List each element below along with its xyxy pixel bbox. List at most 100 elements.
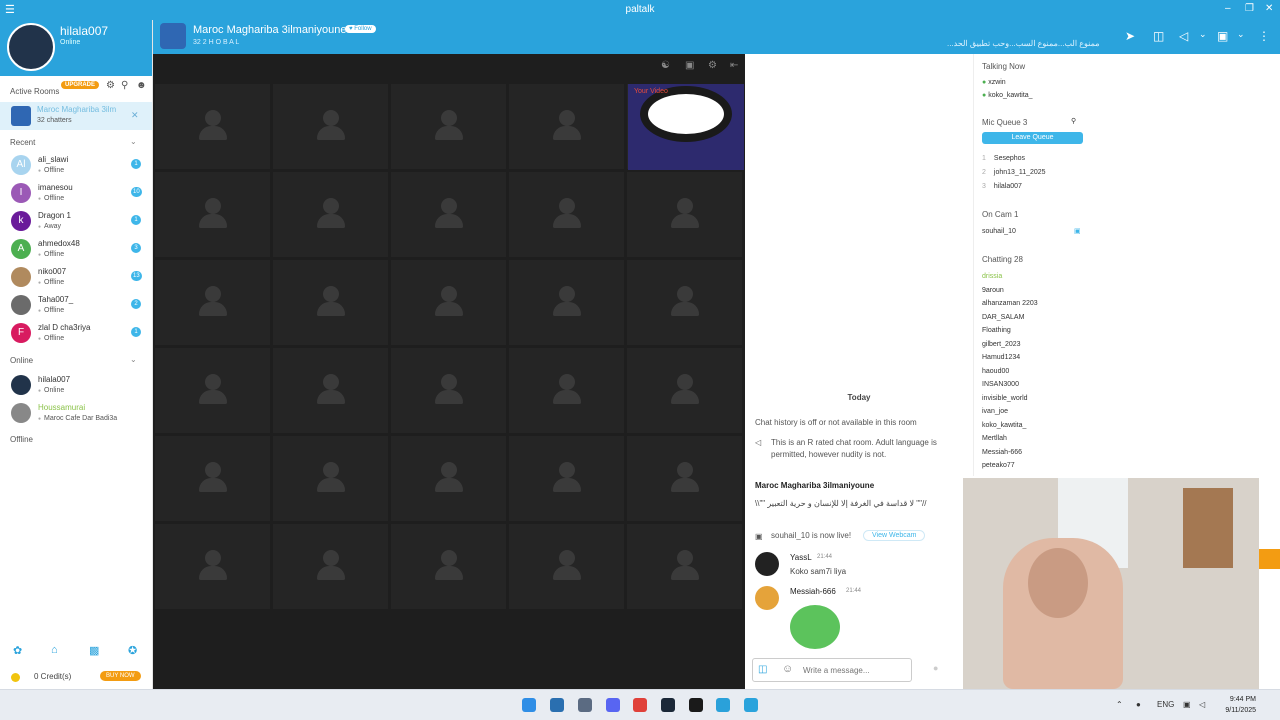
gear-icon[interactable]: ⚙ [708, 60, 717, 71]
camera-icon[interactable]: ▣ [1217, 29, 1228, 43]
chevron-down-icon[interactable]: ⌄ [1199, 29, 1207, 40]
gift-icon[interactable]: ◫ [758, 664, 767, 675]
terminal-icon[interactable] [689, 698, 703, 712]
badge-icon[interactable]: ✪ [128, 644, 137, 657]
talking-user[interactable]: ● koko_kawtita_ [982, 92, 1033, 99]
chatting-user[interactable]: 9aroun [982, 287, 1004, 294]
list-item[interactable]: hilala007 Online [0, 372, 152, 400]
buy-now-button[interactable]: BUY NOW [100, 671, 141, 681]
chatting-user[interactable]: gilbert_2023 [982, 341, 1021, 348]
queue-user-name: hilala007 [993, 183, 1022, 190]
side-tab[interactable] [1259, 549, 1280, 569]
network-icon[interactable]: ▣ [1183, 700, 1191, 709]
list-item[interactable]: niko007 Offline 13 [0, 264, 152, 292]
more-icon[interactable]: ⋮ [1258, 29, 1270, 43]
talking-user[interactable]: ● xzwin [982, 79, 1006, 86]
home-icon[interactable]: ⌂ [51, 644, 58, 656]
search-icon[interactable]: ⚲ [1071, 117, 1076, 125]
chatting-count: 28 [1014, 255, 1023, 264]
mic-icon[interactable]: ● [1136, 700, 1141, 709]
tray-chevron-icon[interactable]: ⌃ [1116, 700, 1123, 709]
chatting-user[interactable]: invisible_world [982, 395, 1028, 402]
calculator-icon[interactable] [578, 698, 592, 712]
share-icon[interactable]: ➤ [1125, 29, 1135, 43]
volume-icon[interactable]: ◁ [1199, 700, 1205, 709]
video-icon[interactable]: ▣ [685, 60, 694, 71]
add-user-icon[interactable]: ☻ [136, 80, 147, 91]
start-icon[interactable] [522, 698, 536, 712]
paltalk-icon[interactable] [744, 698, 758, 712]
chatting-user[interactable]: alhanzaman 2203 [982, 300, 1038, 307]
emoji-icon[interactable]: ☺ [782, 663, 793, 675]
avatar [11, 403, 31, 423]
list-item[interactable]: Aahmedox48 Offline 3 [0, 236, 152, 264]
clock[interactable]: 9:44 PM 9/11/2025 [1218, 694, 1256, 716]
list-item[interactable]: Houssamurai Maroc Cafe Dar Badi3a [0, 400, 152, 428]
chatting-user[interactable]: peteako77 [982, 462, 1015, 469]
list-item[interactable]: Fzlal D cha3riya Offline 1 [0, 320, 152, 348]
chatting-user[interactable]: DAR_SALAM [982, 314, 1024, 321]
steam-icon[interactable] [661, 698, 675, 712]
message-username[interactable]: YassL [790, 553, 812, 562]
view-webcam-button[interactable]: View Webcam [863, 530, 926, 541]
chevron-down-icon[interactable]: ⌄ [130, 355, 137, 364]
list-item[interactable]: k Dragon 1 Away 1 [0, 208, 152, 236]
chrome-icon[interactable] [633, 698, 647, 712]
avatar[interactable] [7, 23, 55, 71]
on-cam-user[interactable]: souhail_10 [982, 228, 1016, 235]
my-video-tile[interactable]: Your Video [628, 84, 744, 170]
app-brand: paltalk [625, 4, 655, 15]
mic-icon[interactable]: ● [933, 663, 938, 673]
chatting-user[interactable]: ivan_joe [982, 408, 1008, 415]
list-item[interactable]: Al ali_slawi Offline 1 [0, 152, 152, 180]
search-icon[interactable]: ⚲ [121, 80, 128, 91]
chatting-user[interactable]: koko_kawtita_ [982, 422, 1026, 429]
room-welcome-message: \\"" لا قداسة في الغرفة إلا للإنسان و حر… [755, 499, 927, 508]
chatting-user[interactable]: drissia [982, 273, 1002, 280]
message-username[interactable]: Messiah-666 [790, 587, 836, 596]
discover-icon[interactable]: ✿ [13, 644, 22, 657]
discord-icon[interactable] [606, 698, 620, 712]
credits-text: 0 Credit(s) [34, 672, 72, 681]
edge-icon[interactable] [550, 698, 564, 712]
follow-button[interactable]: ♥ Follow [345, 25, 376, 33]
chatting-user[interactable]: haoud00 [982, 368, 1009, 375]
message-input[interactable] [803, 663, 908, 678]
avatar[interactable] [755, 552, 779, 576]
list-item[interactable]: Taha007_ Offline 2 [0, 292, 152, 320]
list-item[interactable]: Iimanesou Offline 10 [0, 180, 152, 208]
queue-item[interactable]: 1 Sesephos [982, 155, 1025, 162]
webcam-feed[interactable] [963, 478, 1259, 689]
language-indicator[interactable]: ENG [1157, 700, 1174, 709]
chatting-user[interactable]: INSAN3000 [982, 381, 1019, 388]
stats-icon[interactable]: ▩ [89, 644, 99, 657]
chatting-user[interactable]: Messiah-666 [982, 449, 1022, 456]
queue-item[interactable]: 3 hilala007 [982, 183, 1022, 190]
chevron-down-icon[interactable]: ⌄ [1237, 29, 1245, 40]
user-placeholder-icon [435, 478, 463, 492]
leave-queue-button[interactable]: Leave Queue [982, 132, 1083, 144]
upgrade-button[interactable]: UPGRADE [61, 81, 100, 89]
chatting-user[interactable]: Hamud1234 [982, 354, 1020, 361]
restore-icon[interactable]: ❐ [1245, 3, 1254, 14]
gift-icon[interactable]: ◫ [1153, 29, 1164, 43]
chevron-down-icon[interactable]: ⌄ [130, 137, 137, 146]
telegram-icon[interactable] [716, 698, 730, 712]
active-room-item[interactable]: Maroc Maghariba 3ilm 32 chatters ✕ [0, 102, 152, 130]
video-tile [155, 260, 270, 345]
webcam-face [1028, 548, 1088, 618]
avatar[interactable] [755, 586, 779, 610]
gear-icon[interactable]: ⚙ [106, 80, 115, 91]
chatting-user[interactable]: Mertllah [982, 435, 1007, 442]
close-icon[interactable]: ✕ [1265, 3, 1273, 14]
chatting-user[interactable]: Floathing [982, 327, 1011, 334]
close-room-icon[interactable]: ✕ [131, 110, 139, 121]
megaphone-icon[interactable]: ◁ [1179, 29, 1188, 43]
queue-item[interactable]: 2 john13_11_2025 [982, 169, 1046, 176]
title-bar: ☰ paltalk – ❐ ✕ [0, 0, 1280, 20]
minimize-icon[interactable]: – [1225, 3, 1231, 14]
collapse-icon[interactable]: ⇤ [730, 60, 738, 71]
user-placeholder-icon [199, 126, 227, 140]
profile-username[interactable]: hilala007 [60, 24, 108, 38]
users-icon[interactable]: ☯ [661, 60, 670, 71]
